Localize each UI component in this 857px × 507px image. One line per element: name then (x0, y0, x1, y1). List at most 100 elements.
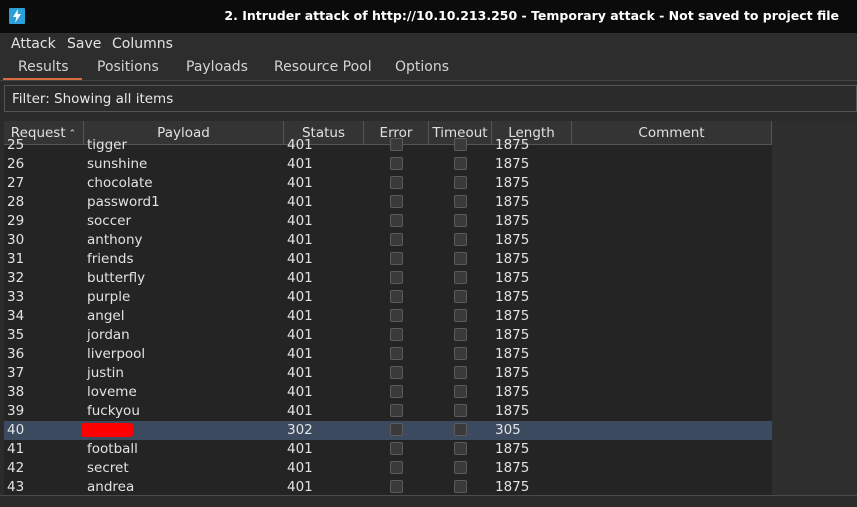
cell-payload: soccer (87, 213, 131, 229)
error-checkbox[interactable] (390, 328, 403, 341)
table-row[interactable]: 37 justin 401 1875 (4, 364, 772, 383)
tab-results[interactable]: Results (18, 59, 69, 75)
cell-length: 1875 (495, 441, 530, 457)
cell-status: 401 (287, 137, 313, 153)
table-row[interactable]: 31 friends 401 1875 (4, 250, 772, 269)
cell-request: 30 (7, 232, 25, 248)
menu-columns[interactable]: Columns (112, 36, 173, 52)
cell-length: 1875 (495, 175, 530, 191)
timeout-checkbox[interactable] (454, 461, 467, 474)
table-row[interactable]: 38 loveme 401 1875 (4, 383, 772, 402)
cell-request: 37 (7, 365, 25, 381)
timeout-checkbox[interactable] (454, 385, 467, 398)
table-row[interactable]: 39 fuckyou 401 1875 (4, 402, 772, 421)
error-checkbox[interactable] (390, 461, 403, 474)
error-checkbox[interactable] (390, 366, 403, 379)
timeout-checkbox[interactable] (454, 195, 467, 208)
table-row[interactable]: 30 anthony 401 1875 (4, 231, 772, 250)
error-checkbox[interactable] (390, 214, 403, 227)
table-row[interactable]: 33 purple 401 1875 (4, 288, 772, 307)
table-row[interactable]: 26 sunshine 401 1875 (4, 155, 772, 174)
error-checkbox[interactable] (390, 442, 403, 455)
cell-payload: password1 (87, 194, 160, 210)
error-checkbox[interactable] (390, 176, 403, 189)
table-row[interactable]: 34 angel 401 1875 (4, 307, 772, 326)
table-row[interactable]: 42 secret 401 1875 (4, 459, 772, 478)
cell-status: 401 (287, 441, 313, 457)
cell-length: 1875 (495, 137, 530, 153)
cell-length: 1875 (495, 327, 530, 343)
menu-save[interactable]: Save (67, 36, 101, 52)
cell-length: 1875 (495, 232, 530, 248)
error-checkbox[interactable] (390, 233, 403, 246)
side-panel (772, 121, 857, 495)
tab-resource-pool[interactable]: Resource Pool (274, 59, 372, 75)
cell-request: 26 (7, 156, 25, 172)
error-checkbox[interactable] (390, 423, 403, 436)
timeout-checkbox[interactable] (454, 423, 467, 436)
cell-length: 1875 (495, 308, 530, 324)
timeout-checkbox[interactable] (454, 347, 467, 360)
timeout-checkbox[interactable] (454, 176, 467, 189)
results-table[interactable]: Request ⌃ Payload Status Error Timeout Le… (4, 121, 772, 495)
timeout-checkbox[interactable] (454, 480, 467, 493)
horizontal-scrollbar[interactable] (0, 495, 857, 507)
timeout-checkbox[interactable] (454, 404, 467, 417)
error-checkbox[interactable] (390, 385, 403, 398)
table-row[interactable]: 35 jordan 401 1875 (4, 326, 772, 345)
error-checkbox[interactable] (390, 138, 403, 151)
tab-options[interactable]: Options (395, 59, 449, 75)
error-checkbox[interactable] (390, 290, 403, 303)
timeout-checkbox[interactable] (454, 366, 467, 379)
error-checkbox[interactable] (390, 309, 403, 322)
tab-positions[interactable]: Positions (97, 59, 159, 75)
cell-payload: chocolate (87, 175, 153, 191)
table-row[interactable]: 41 football 401 1875 (4, 440, 772, 459)
error-checkbox[interactable] (390, 157, 403, 170)
cell-request: 25 (7, 137, 25, 153)
cell-length: 1875 (495, 213, 530, 229)
cell-length: 1875 (495, 270, 530, 286)
timeout-checkbox[interactable] (454, 290, 467, 303)
table-row[interactable]: 40 302 305 (4, 421, 772, 440)
error-checkbox[interactable] (390, 195, 403, 208)
table-row[interactable]: 28 password1 401 1875 (4, 193, 772, 212)
cell-request: 42 (7, 460, 25, 476)
cell-payload: jordan (87, 327, 130, 343)
timeout-checkbox[interactable] (454, 309, 467, 322)
table-row[interactable]: 29 soccer 401 1875 (4, 212, 772, 231)
cell-payload: purple (87, 289, 131, 305)
error-checkbox[interactable] (390, 271, 403, 284)
timeout-checkbox[interactable] (454, 138, 467, 151)
menu-attack[interactable]: Attack (11, 36, 56, 52)
timeout-checkbox[interactable] (454, 442, 467, 455)
table-row[interactable]: 25 tigger 401 1875 (4, 136, 772, 155)
cell-payload: sunshine (87, 156, 148, 172)
timeout-checkbox[interactable] (454, 252, 467, 265)
error-checkbox[interactable] (390, 480, 403, 493)
cell-length: 1875 (495, 403, 530, 419)
filter-bar[interactable]: Filter: Showing all items (4, 85, 857, 112)
timeout-checkbox[interactable] (454, 214, 467, 227)
timeout-checkbox[interactable] (454, 271, 467, 284)
tab-payloads[interactable]: Payloads (186, 59, 248, 75)
error-checkbox[interactable] (390, 347, 403, 360)
cell-status: 401 (287, 156, 313, 172)
timeout-checkbox[interactable] (454, 233, 467, 246)
table-row[interactable]: 27 chocolate 401 1875 (4, 174, 772, 193)
cell-request: 35 (7, 327, 25, 343)
cell-request: 31 (7, 251, 25, 267)
cell-payload: andrea (87, 479, 135, 495)
timeout-checkbox[interactable] (454, 157, 467, 170)
table-row[interactable]: 32 butterfly 401 1875 (4, 269, 772, 288)
cell-request: 32 (7, 270, 25, 286)
table-row[interactable]: 43 andrea 401 1875 (4, 478, 772, 495)
error-checkbox[interactable] (390, 404, 403, 417)
cell-status: 401 (287, 403, 313, 419)
timeout-checkbox[interactable] (454, 328, 467, 341)
table-row[interactable]: 36 liverpool 401 1875 (4, 345, 772, 364)
cell-status: 401 (287, 346, 313, 362)
error-checkbox[interactable] (390, 252, 403, 265)
cell-length: 1875 (495, 460, 530, 476)
cell-length: 1875 (495, 346, 530, 362)
